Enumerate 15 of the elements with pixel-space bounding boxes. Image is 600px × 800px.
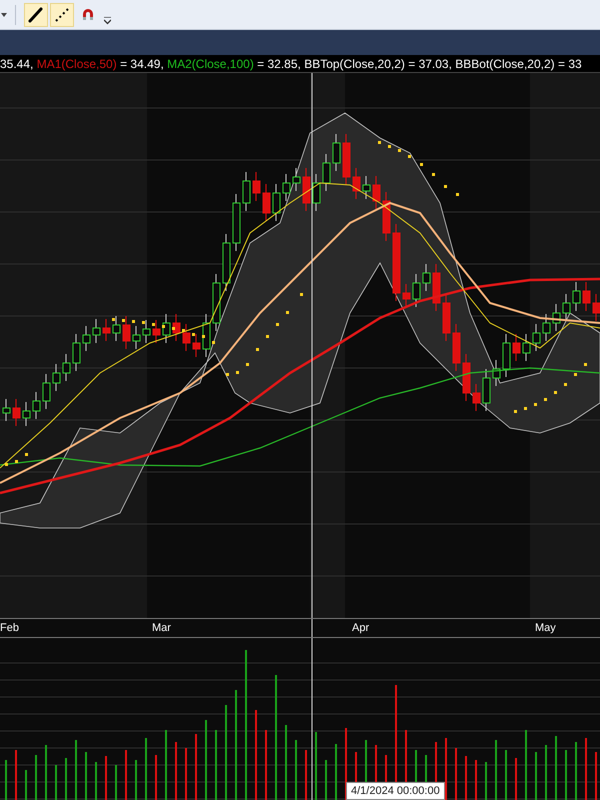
legend-text: 35.44, bbox=[0, 57, 34, 71]
month-label: Apr bbox=[352, 621, 370, 635]
month-label: Feb bbox=[0, 621, 19, 635]
legend-text: = 32.85, bbox=[256, 57, 302, 71]
overflow-chevron-icon[interactable] bbox=[104, 16, 111, 24]
pen-tool-button[interactable] bbox=[24, 2, 48, 26]
crosshair-date-label: 4/1/2024 00:00:00 bbox=[346, 782, 445, 800]
legend-text: = 34.49, bbox=[119, 57, 165, 71]
dropdown-caret-icon[interactable] bbox=[1, 12, 7, 16]
month-label: Mar bbox=[152, 621, 171, 635]
month-label: May bbox=[535, 621, 556, 635]
legend-text: MA1(Close,50) bbox=[36, 57, 117, 71]
legend-text: MA2(Close,100) bbox=[167, 57, 254, 71]
dotted-tool-button[interactable] bbox=[50, 2, 74, 26]
legend-text: BBTop(Close,20,2) = 37.03, BBBot(Close,20,2) = 33 bbox=[304, 57, 582, 71]
